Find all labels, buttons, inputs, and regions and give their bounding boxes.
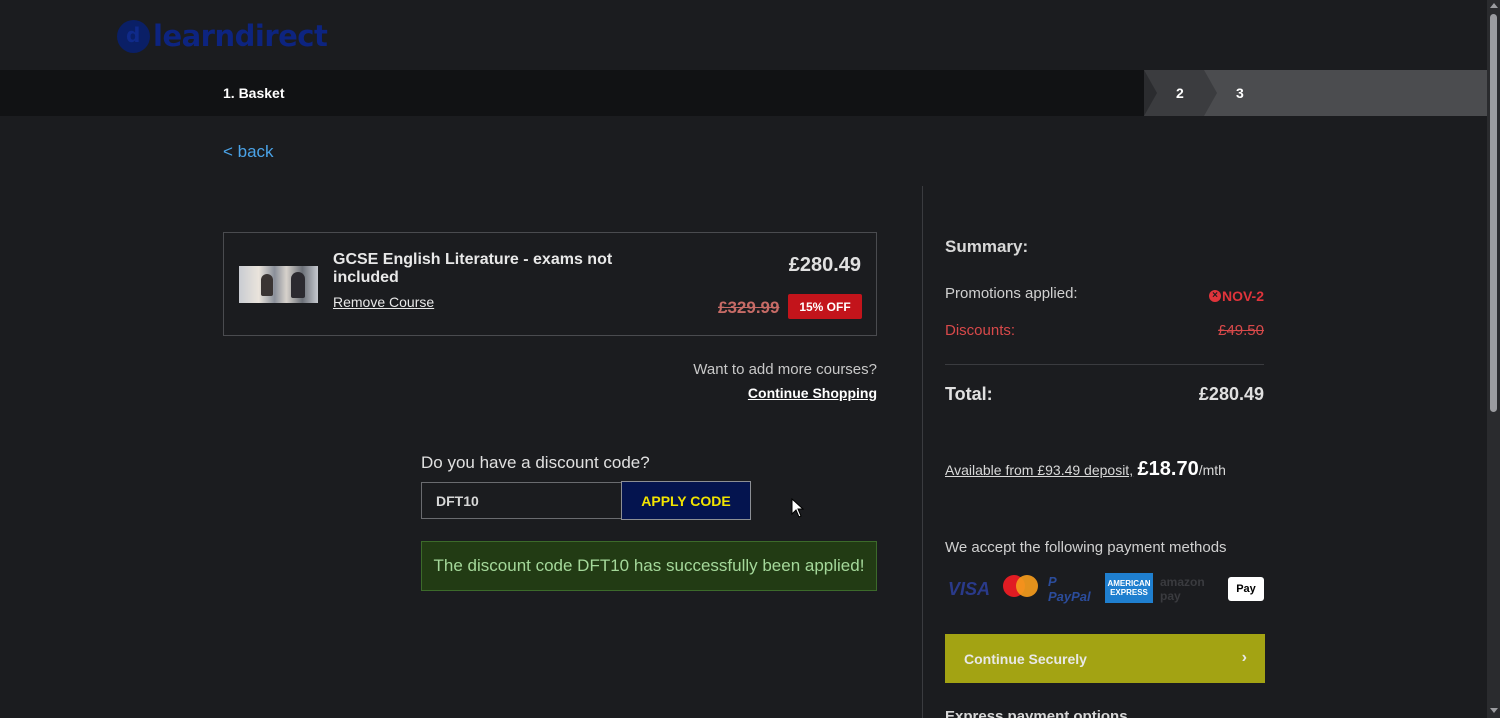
step-basket: 1. Basket (223, 85, 285, 101)
logo-mark-icon: d (117, 19, 150, 53)
discount-success-message: The discount code DFT10 has successfully… (421, 541, 877, 591)
scroll-down-icon[interactable] (1490, 708, 1498, 713)
course-title: GCSE English Literature - exams not incl… (333, 251, 613, 286)
apply-code-button[interactable]: APPLY CODE (621, 481, 751, 520)
deposit-link[interactable]: Available from £93.49 deposit, (945, 462, 1133, 478)
steps-upcoming: 2 3 (1144, 70, 1487, 116)
continue-shopping-link[interactable]: Continue Shopping (748, 385, 877, 401)
discounts-label: Discounts: (945, 322, 1016, 339)
basket-item: GCSE English Literature - exams not incl… (223, 232, 877, 336)
discounts-value: £49.50 (1218, 322, 1264, 339)
summary-title: Summary: (945, 237, 1029, 256)
chevron-right-icon: › (1241, 649, 1247, 666)
step-2: 2 (1176, 85, 1184, 101)
site-header: d learndirect (0, 0, 1487, 70)
checkout-steps: 1. Basket 2 3 (0, 70, 1487, 116)
finance-option: Available from £93.49 deposit, £18.70/mt… (945, 458, 1226, 481)
total-label: Total: (945, 384, 993, 404)
amazon-pay-icon: amazon pay (1160, 575, 1205, 603)
apple-pay-icon: Pay (1228, 577, 1264, 601)
payment-methods: VISA P PayPal AMERICAN EXPRESS amazon pa… (945, 573, 1265, 605)
payment-methods-title: We accept the following payment methods (945, 539, 1227, 556)
total-value: £280.49 (1198, 384, 1264, 404)
promotions-label: Promotions applied: (945, 285, 1078, 302)
learndirect-logo[interactable]: d learndirect (117, 18, 328, 54)
monthly-suffix: /mth (1198, 462, 1226, 478)
visa-icon: VISA (947, 578, 990, 599)
scrollbar-thumb[interactable] (1490, 14, 1497, 412)
continue-securely-button[interactable]: Continue Securely › (945, 634, 1265, 683)
add-more-prompt: Want to add more courses? (693, 361, 877, 378)
step-3: 3 (1236, 85, 1244, 101)
chevron-right-icon (1204, 70, 1217, 116)
remove-promotion-icon[interactable]: × (1208, 290, 1221, 302)
amex-icon: AMERICAN EXPRESS (1105, 573, 1153, 603)
monthly-amount: £18.70 (1137, 458, 1199, 480)
discount-badge: 15% OFF (788, 294, 862, 319)
promotion-code[interactable]: × NOV-2 (1208, 288, 1264, 304)
paypal-icon: P PayPal (1048, 574, 1091, 604)
mastercard-icon (1001, 573, 1041, 605)
logo-text: learndirect (153, 19, 328, 53)
chevron-right-icon (1144, 70, 1157, 116)
discount-question: Do you have a discount code? (421, 453, 650, 472)
column-divider (922, 186, 923, 718)
original-price: £329.99 (718, 298, 780, 317)
back-link[interactable]: < back (223, 142, 274, 162)
course-thumbnail (239, 266, 318, 303)
course-price: £280.49 (788, 254, 861, 276)
scroll-up-icon[interactable] (1490, 3, 1498, 8)
discount-code-input[interactable] (421, 482, 622, 519)
express-payment-heading: Express payment options (945, 708, 1128, 718)
remove-course-link[interactable]: Remove Course (333, 294, 434, 310)
scrollbar[interactable] (1487, 0, 1500, 718)
mouse-cursor-icon (791, 498, 805, 518)
summary-separator (945, 364, 1264, 365)
